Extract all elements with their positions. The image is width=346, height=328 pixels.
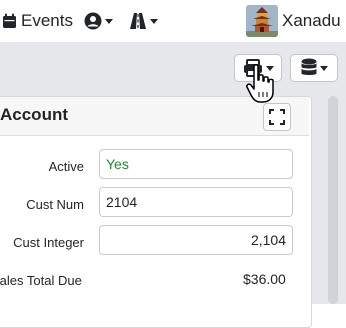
account-card: Account Active Yes Cust Num 2104 Cust In… xyxy=(0,96,312,328)
card-title: Account xyxy=(0,105,68,124)
avatar xyxy=(246,5,278,37)
pagoda-icon xyxy=(246,5,278,37)
top-navbar: Events Xanadu xyxy=(0,0,346,42)
road-icon xyxy=(130,13,146,29)
expand-icon xyxy=(269,109,285,125)
calendar-icon xyxy=(3,13,16,28)
chevron-down-icon xyxy=(319,65,328,71)
road-menu[interactable] xyxy=(129,0,158,42)
user-circle-icon xyxy=(84,12,102,30)
database-button[interactable] xyxy=(290,54,338,82)
field-label-cust-num: Cust Num xyxy=(26,197,84,212)
user-profile[interactable]: Xanadu xyxy=(246,0,341,42)
scrollbar[interactable] xyxy=(328,96,338,304)
database-icon xyxy=(301,58,316,75)
hand-cursor-icon xyxy=(246,64,274,103)
chevron-down-icon xyxy=(150,18,158,24)
chevron-down-icon xyxy=(105,18,113,24)
cust-integer-field[interactable]: 2,104 xyxy=(99,225,293,255)
cust-num-field[interactable]: 2104 xyxy=(99,187,293,217)
events-menu[interactable]: Events xyxy=(2,0,73,42)
user-name: Xanadu xyxy=(282,11,341,30)
field-label-sales-total-due: Sales Total Due xyxy=(0,273,82,288)
field-label-active: Active xyxy=(48,159,84,174)
events-label: Events xyxy=(21,11,73,30)
sales-total-due-value: $36.00 xyxy=(243,271,286,287)
expand-button[interactable] xyxy=(263,103,291,131)
field-label-cust-integer: Cust Integer xyxy=(13,235,84,250)
user-menu[interactable] xyxy=(84,0,113,42)
active-field[interactable]: Yes xyxy=(99,149,293,179)
